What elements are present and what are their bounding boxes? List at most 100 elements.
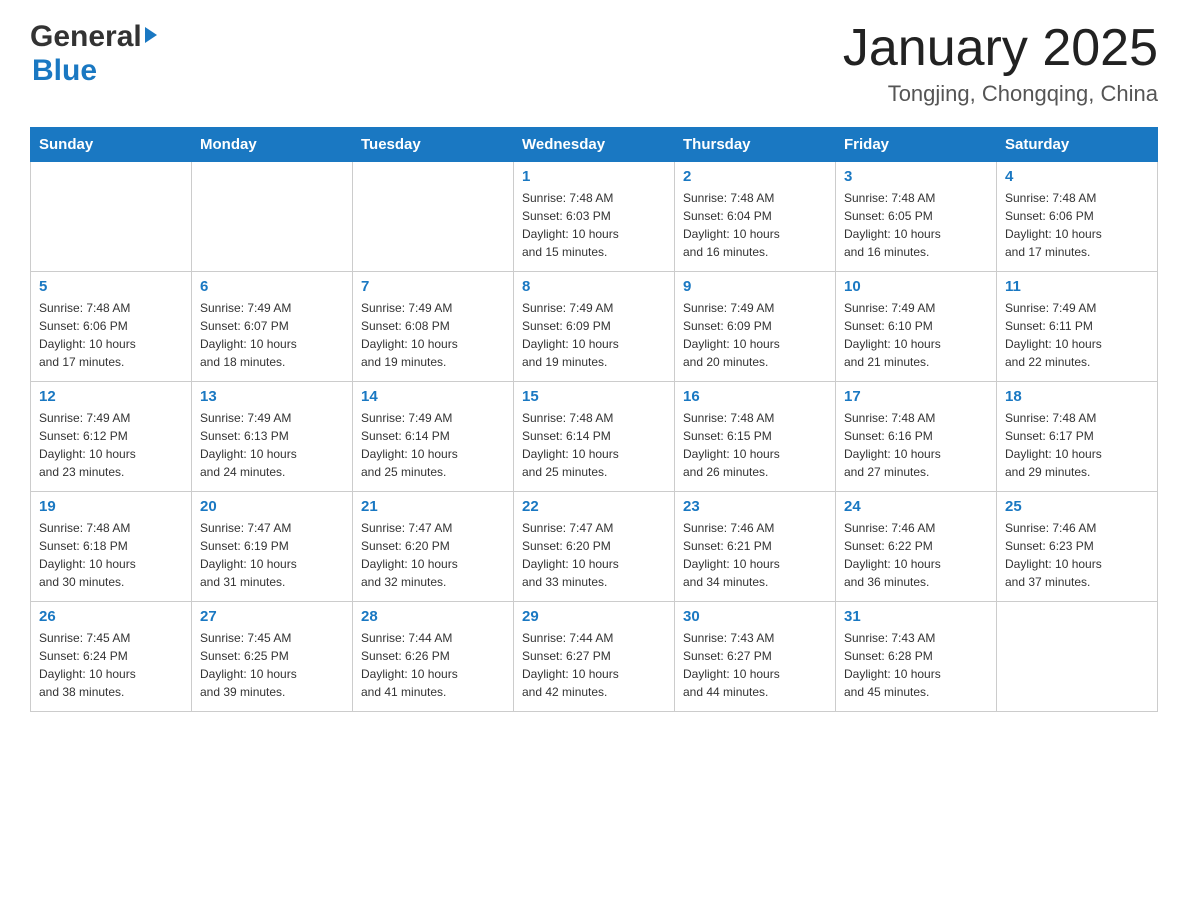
day-info: Sunrise: 7:49 AM Sunset: 6:12 PM Dayligh… xyxy=(39,409,183,481)
title-block: January 2025 Tongjing, Chongqing, China xyxy=(843,20,1158,107)
location-text: Tongjing, Chongqing, China xyxy=(843,81,1158,107)
day-info: Sunrise: 7:49 AM Sunset: 6:07 PM Dayligh… xyxy=(200,299,344,371)
day-info: Sunrise: 7:45 AM Sunset: 6:25 PM Dayligh… xyxy=(200,629,344,701)
day-number: 16 xyxy=(683,388,827,405)
calendar-cell: 17 Sunrise: 7:48 AM Sunset: 6:16 PM Dayli… xyxy=(836,382,997,492)
calendar-cell: 1 Sunrise: 7:48 AM Sunset: 6:03 PM Daylig… xyxy=(514,162,675,272)
calendar-cell: 13 Sunrise: 7:49 AM Sunset: 6:13 PM Dayli… xyxy=(192,382,353,492)
day-number: 14 xyxy=(361,388,505,405)
day-info: Sunrise: 7:49 AM Sunset: 6:14 PM Dayligh… xyxy=(361,409,505,481)
day-number: 7 xyxy=(361,278,505,295)
calendar-header: SundayMondayTuesdayWednesdayThursdayFrid… xyxy=(31,128,1158,162)
calendar-week-row: 5 Sunrise: 7:48 AM Sunset: 6:06 PM Daylig… xyxy=(31,272,1158,382)
logo-general-text: General xyxy=(30,20,142,54)
calendar-cell xyxy=(997,602,1158,712)
day-number: 10 xyxy=(844,278,988,295)
calendar-cell: 23Sunrise: 7:46 AM Sunset: 6:21 PM Dayli… xyxy=(675,492,836,602)
calendar-cell: 4Sunrise: 7:48 AM Sunset: 6:06 PM Daylig… xyxy=(997,162,1158,272)
calendar-cell: 11 Sunrise: 7:49 AM Sunset: 6:11 PM Dayli… xyxy=(997,272,1158,382)
day-number: 3 xyxy=(844,168,988,185)
day-number: 15 xyxy=(522,388,666,405)
calendar-cell: 30 Sunrise: 7:43 AM Sunset: 6:27 PM Dayli… xyxy=(675,602,836,712)
day-number: 13 xyxy=(200,388,344,405)
day-number: 9 xyxy=(683,278,827,295)
weekday-header-thursday: Thursday xyxy=(675,128,836,162)
day-info: Sunrise: 7:46 AM Sunset: 6:23 PM Dayligh… xyxy=(1005,519,1149,591)
calendar-week-row: 26 Sunrise: 7:45 AM Sunset: 6:24 PM Dayli… xyxy=(31,602,1158,712)
calendar-cell: 31Sunrise: 7:43 AM Sunset: 6:28 PM Dayli… xyxy=(836,602,997,712)
day-info: Sunrise: 7:48 AM Sunset: 6:05 PM Dayligh… xyxy=(844,189,988,261)
calendar-cell: 19Sunrise: 7:48 AM Sunset: 6:18 PM Dayli… xyxy=(31,492,192,602)
day-number: 23 xyxy=(683,498,827,515)
day-number: 6 xyxy=(200,278,344,295)
day-info: Sunrise: 7:49 AM Sunset: 6:10 PM Dayligh… xyxy=(844,299,988,371)
calendar-cell: 20 Sunrise: 7:47 AM Sunset: 6:19 PM Dayli… xyxy=(192,492,353,602)
day-number: 12 xyxy=(39,388,183,405)
day-number: 5 xyxy=(39,278,183,295)
calendar-cell: 12 Sunrise: 7:49 AM Sunset: 6:12 PM Dayli… xyxy=(31,382,192,492)
day-info: Sunrise: 7:47 AM Sunset: 6:19 PM Dayligh… xyxy=(200,519,344,591)
day-info: Sunrise: 7:44 AM Sunset: 6:26 PM Dayligh… xyxy=(361,629,505,701)
calendar-week-row: 1 Sunrise: 7:48 AM Sunset: 6:03 PM Daylig… xyxy=(31,162,1158,272)
calendar-cell: 18 Sunrise: 7:48 AM Sunset: 6:17 PM Dayli… xyxy=(997,382,1158,492)
day-info: Sunrise: 7:43 AM Sunset: 6:27 PM Dayligh… xyxy=(683,629,827,701)
day-number: 8 xyxy=(522,278,666,295)
calendar-cell: 26 Sunrise: 7:45 AM Sunset: 6:24 PM Dayli… xyxy=(31,602,192,712)
day-info: Sunrise: 7:49 AM Sunset: 6:13 PM Dayligh… xyxy=(200,409,344,481)
calendar-cell: 24 Sunrise: 7:46 AM Sunset: 6:22 PM Dayli… xyxy=(836,492,997,602)
day-number: 25 xyxy=(1005,498,1149,515)
calendar-cell: 15 Sunrise: 7:48 AM Sunset: 6:14 PM Dayli… xyxy=(514,382,675,492)
day-info: Sunrise: 7:49 AM Sunset: 6:09 PM Dayligh… xyxy=(683,299,827,371)
day-number: 30 xyxy=(683,608,827,625)
day-number: 26 xyxy=(39,608,183,625)
weekday-header-friday: Friday xyxy=(836,128,997,162)
calendar-cell: 10 Sunrise: 7:49 AM Sunset: 6:10 PM Dayli… xyxy=(836,272,997,382)
logo: General Blue xyxy=(30,20,157,88)
day-number: 1 xyxy=(522,168,666,185)
calendar-cell: 2Sunrise: 7:48 AM Sunset: 6:04 PM Daylig… xyxy=(675,162,836,272)
day-info: Sunrise: 7:49 AM Sunset: 6:09 PM Dayligh… xyxy=(522,299,666,371)
day-info: Sunrise: 7:48 AM Sunset: 6:04 PM Dayligh… xyxy=(683,189,827,261)
day-number: 20 xyxy=(200,498,344,515)
day-info: Sunrise: 7:48 AM Sunset: 6:17 PM Dayligh… xyxy=(1005,409,1149,481)
calendar-cell xyxy=(192,162,353,272)
logo-arrow-icon xyxy=(145,27,157,43)
day-info: Sunrise: 7:48 AM Sunset: 6:03 PM Dayligh… xyxy=(522,189,666,261)
day-number: 11 xyxy=(1005,278,1149,295)
day-number: 28 xyxy=(361,608,505,625)
calendar-body: 1 Sunrise: 7:48 AM Sunset: 6:03 PM Daylig… xyxy=(31,162,1158,712)
day-number: 17 xyxy=(844,388,988,405)
day-info: Sunrise: 7:48 AM Sunset: 6:14 PM Dayligh… xyxy=(522,409,666,481)
calendar-cell: 9 Sunrise: 7:49 AM Sunset: 6:09 PM Daylig… xyxy=(675,272,836,382)
day-info: Sunrise: 7:48 AM Sunset: 6:16 PM Dayligh… xyxy=(844,409,988,481)
day-info: Sunrise: 7:45 AM Sunset: 6:24 PM Dayligh… xyxy=(39,629,183,701)
day-info: Sunrise: 7:49 AM Sunset: 6:08 PM Dayligh… xyxy=(361,299,505,371)
calendar-cell: 16Sunrise: 7:48 AM Sunset: 6:15 PM Dayli… xyxy=(675,382,836,492)
logo-blue-text: Blue xyxy=(32,54,97,87)
weekday-header-tuesday: Tuesday xyxy=(353,128,514,162)
day-number: 19 xyxy=(39,498,183,515)
calendar-cell: 5 Sunrise: 7:48 AM Sunset: 6:06 PM Daylig… xyxy=(31,272,192,382)
calendar-week-row: 19Sunrise: 7:48 AM Sunset: 6:18 PM Dayli… xyxy=(31,492,1158,602)
day-info: Sunrise: 7:47 AM Sunset: 6:20 PM Dayligh… xyxy=(522,519,666,591)
calendar-cell: 3 Sunrise: 7:48 AM Sunset: 6:05 PM Daylig… xyxy=(836,162,997,272)
calendar-cell: 7 Sunrise: 7:49 AM Sunset: 6:08 PM Daylig… xyxy=(353,272,514,382)
month-title: January 2025 xyxy=(843,20,1158,77)
day-info: Sunrise: 7:46 AM Sunset: 6:22 PM Dayligh… xyxy=(844,519,988,591)
weekday-header-sunday: Sunday xyxy=(31,128,192,162)
day-number: 4 xyxy=(1005,168,1149,185)
day-number: 18 xyxy=(1005,388,1149,405)
calendar-cell: 28 Sunrise: 7:44 AM Sunset: 6:26 PM Dayli… xyxy=(353,602,514,712)
day-info: Sunrise: 7:47 AM Sunset: 6:20 PM Dayligh… xyxy=(361,519,505,591)
day-info: Sunrise: 7:48 AM Sunset: 6:06 PM Dayligh… xyxy=(39,299,183,371)
calendar-week-row: 12 Sunrise: 7:49 AM Sunset: 6:12 PM Dayli… xyxy=(31,382,1158,492)
day-number: 27 xyxy=(200,608,344,625)
calendar-cell: 21 Sunrise: 7:47 AM Sunset: 6:20 PM Dayli… xyxy=(353,492,514,602)
day-info: Sunrise: 7:43 AM Sunset: 6:28 PM Dayligh… xyxy=(844,629,988,701)
day-number: 24 xyxy=(844,498,988,515)
page-header: General Blue January 2025 Tongjing, Chon… xyxy=(30,20,1158,107)
day-number: 29 xyxy=(522,608,666,625)
day-info: Sunrise: 7:49 AM Sunset: 6:11 PM Dayligh… xyxy=(1005,299,1149,371)
weekday-row: SundayMondayTuesdayWednesdayThursdayFrid… xyxy=(31,128,1158,162)
day-number: 21 xyxy=(361,498,505,515)
